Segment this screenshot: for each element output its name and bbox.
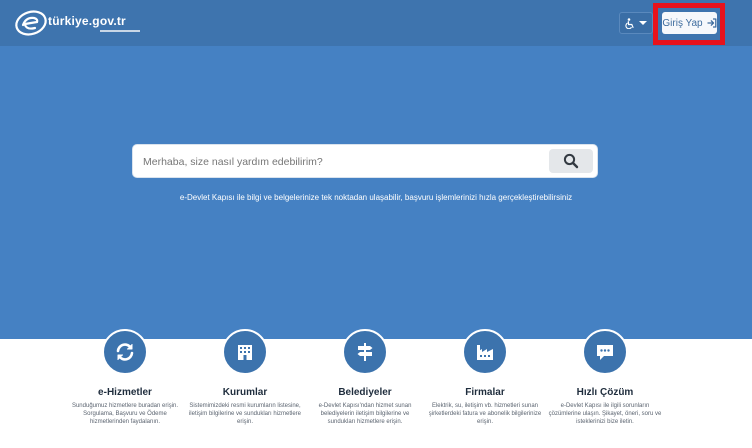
service-description: Sunduğumuz hizmetlere buradan erişin. So… [71, 403, 179, 425]
service-icon-circle [462, 329, 508, 375]
turkiye-gov-logo[interactable]: türkiye.gov.tr [14, 8, 140, 38]
service-title: e-Hizmetler [98, 387, 152, 398]
accessibility-menu-button[interactable] [619, 12, 653, 34]
service-icon-circle [102, 329, 148, 375]
service-title: Kurumlar [222, 387, 268, 398]
hero-description: e-Devlet Kapısı ile bilgi ve belgelerini… [179, 193, 573, 202]
service-description: e-Devlet Kapısı'ndan hizmet sunan beledi… [318, 403, 412, 425]
hero-section: e-Devlet Kapısı ile bilgi ve belgelerini… [0, 46, 752, 339]
service-description: e-Devlet Kapısı ile ilgili sorunların çö… [548, 403, 662, 425]
service-title: Firmalar [465, 387, 505, 398]
login-highlight-box [653, 3, 725, 45]
search-button[interactable] [549, 149, 593, 173]
wheelchair-icon [625, 17, 634, 29]
service-icon-circle [222, 329, 268, 375]
search-icon [563, 153, 579, 169]
service-title: Belediyeler [338, 387, 392, 398]
search-box [132, 144, 598, 178]
building-icon [238, 345, 252, 360]
top-header: türkiye.gov.tr Giriş Yap [0, 0, 752, 46]
factory-icon [477, 345, 493, 360]
logo-text: türkiye.gov.tr [48, 14, 126, 28]
search-input[interactable] [143, 153, 533, 171]
service-icon-circle [582, 329, 628, 375]
signpost-icon [357, 343, 373, 361]
service-description: Elektrik, su, iletişim vb. hizmetleri su… [428, 403, 542, 425]
e-devlet-emblem-icon [15, 10, 47, 36]
services-section: e-Hizmetler Sunduğumuz hizmetlere burada… [0, 329, 752, 448]
chat-icon [597, 345, 613, 360]
service-icon-circle [342, 329, 388, 375]
logo-underline [100, 30, 140, 32]
service-title: Hızlı Çözüm [576, 387, 634, 398]
refresh-icon [116, 343, 134, 361]
service-description: Sistemimizdeki resmi kurumların listesin… [188, 403, 302, 425]
chevron-down-icon [639, 21, 647, 25]
